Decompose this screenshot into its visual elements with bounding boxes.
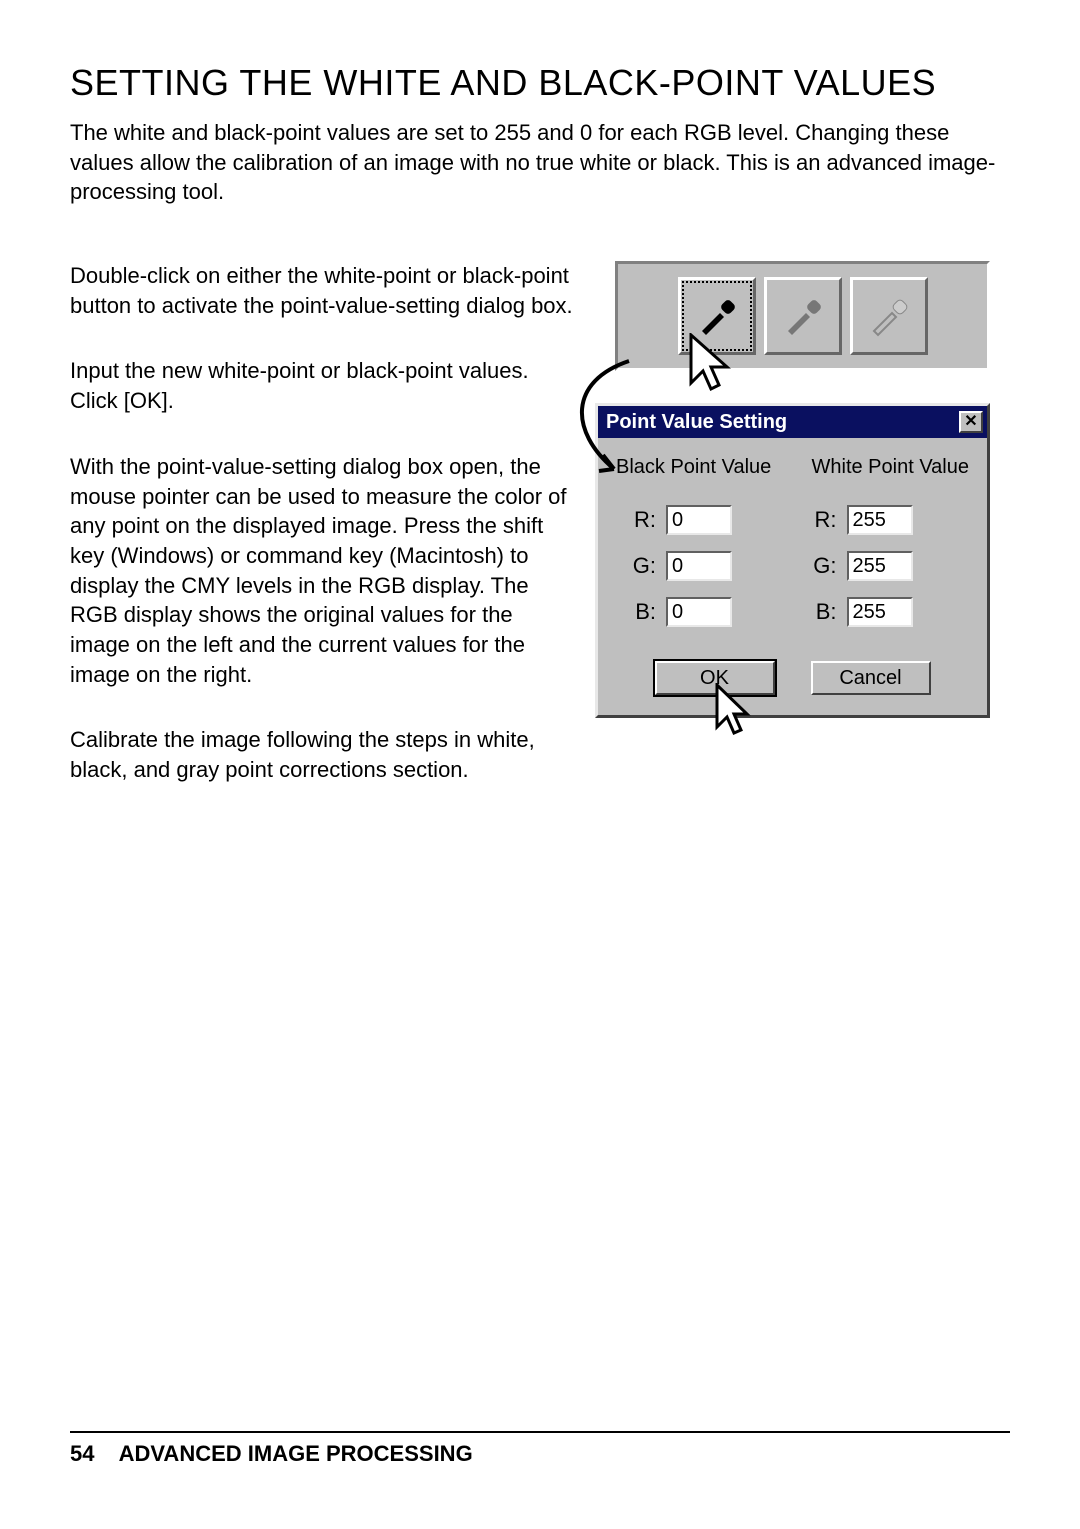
- white-g-input[interactable]: 255: [847, 551, 913, 581]
- page-footer: 54 ADVANCED IMAGE PROCESSING: [70, 1431, 1010, 1467]
- page-number: 54: [70, 1441, 94, 1466]
- eyedropper-gray-icon: [778, 291, 828, 341]
- eyedropper-black-icon: [692, 291, 742, 341]
- dialog-title: Point Value Setting: [606, 411, 787, 434]
- page-heading: SETTING THE WHITE AND BLACK-POINT VALUES: [70, 62, 1010, 104]
- close-button[interactable]: ✕: [959, 411, 983, 433]
- black-point-dropper-button[interactable]: [678, 277, 756, 355]
- gray-point-dropper-button[interactable]: [764, 277, 842, 355]
- point-value-setting-dialog: Point Value Setting ✕ Black Point Value …: [595, 403, 990, 718]
- intro-paragraph: The white and black-point values are set…: [70, 118, 1010, 207]
- eyedropper-toolbar: [615, 261, 990, 371]
- black-g-input[interactable]: 0: [666, 551, 732, 581]
- black-b-input[interactable]: 0: [666, 597, 732, 627]
- paragraph-1: Double-click on either the white-point o…: [70, 261, 575, 320]
- paragraph-4: Calibrate the image following the steps …: [70, 725, 575, 784]
- label-g: G:: [813, 553, 837, 579]
- white-point-header: White Point Value: [812, 456, 970, 479]
- paragraph-3: With the point-value-setting dialog box …: [70, 452, 575, 690]
- black-point-header: Black Point Value: [616, 456, 771, 479]
- eyedropper-white-icon: [864, 291, 914, 341]
- white-point-dropper-button[interactable]: [850, 277, 928, 355]
- ok-button[interactable]: OK: [655, 661, 775, 695]
- paragraph-2: Input the new white-point or black-point…: [70, 356, 575, 415]
- dialog-titlebar: Point Value Setting ✕: [598, 406, 987, 438]
- cancel-button[interactable]: Cancel: [811, 661, 931, 695]
- label-r: R:: [632, 507, 656, 533]
- white-b-input[interactable]: 255: [847, 597, 913, 627]
- label-g: G:: [632, 553, 656, 579]
- white-r-input[interactable]: 255: [847, 505, 913, 535]
- close-icon: ✕: [964, 414, 977, 430]
- section-title: ADVANCED IMAGE PROCESSING: [119, 1441, 473, 1466]
- label-b: B:: [813, 599, 837, 625]
- label-b: B:: [632, 599, 656, 625]
- black-r-input[interactable]: 0: [666, 505, 732, 535]
- label-r: R:: [813, 507, 837, 533]
